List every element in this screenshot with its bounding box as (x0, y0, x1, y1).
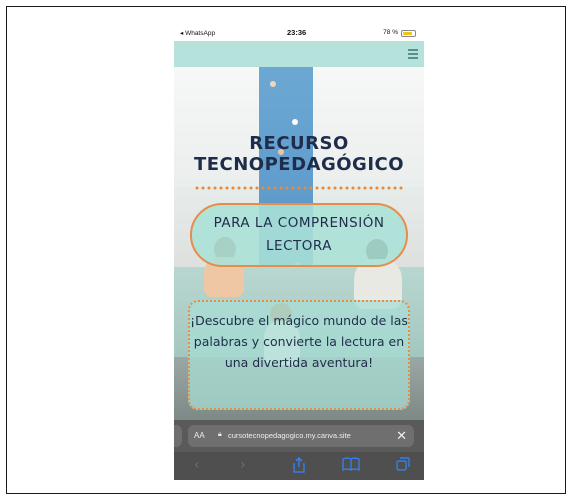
chevron-left-icon[interactable]: ‹ (194, 457, 200, 473)
share-icon[interactable] (292, 457, 306, 477)
tabs-icon[interactable] (396, 457, 410, 475)
subtitle: PARA LA COMPRENSIÓN LECTORA (174, 212, 424, 258)
previous-tab-edge[interactable] (174, 425, 182, 447)
close-icon[interactable]: ✕ (396, 428, 407, 444)
status-bar: ◂ WhatsApp 23:36 78 % (174, 25, 424, 41)
status-time: 23:36 (287, 28, 307, 37)
title-line-1: RECURSO (249, 133, 349, 154)
status-carrier: ◂ WhatsApp (180, 30, 216, 37)
chevron-right-icon[interactable]: › (240, 457, 246, 473)
battery-icon (401, 30, 416, 37)
title-line-2: TECNOPEDAGÓGICO (193, 154, 405, 175)
status-battery-text: 78 % (383, 29, 398, 36)
address-bar: AA 🔒︎ cursotecnopedagogico.my.canva.site… (174, 420, 424, 452)
lock-icon: 🔒︎ (218, 431, 222, 438)
book-icon[interactable] (342, 457, 360, 475)
page-title: RECURSO TECNOPEDAGÓGICO (174, 133, 424, 175)
text-size-button[interactable]: AA (194, 431, 205, 440)
browser-toolbar: ‹ › (174, 452, 424, 480)
subtitle-line-1: PARA LA COMPRENSIÓN (213, 215, 385, 231)
site-header (174, 41, 424, 67)
url-text: cursotecnopedagogico.my.canva.site (228, 431, 351, 440)
dotted-divider (194, 186, 404, 190)
phone-screen: ◂ WhatsApp 23:36 78 % RECURSO TECNOPEDAG… (174, 25, 424, 480)
subtitle-line-2: LECTORA (266, 238, 332, 254)
url-field[interactable]: AA 🔒︎ cursotecnopedagogico.my.canva.site… (188, 425, 414, 447)
description-text: ¡Descubre el mágico mundo de las palabra… (190, 313, 408, 370)
hamburger-menu-icon[interactable] (408, 49, 418, 59)
